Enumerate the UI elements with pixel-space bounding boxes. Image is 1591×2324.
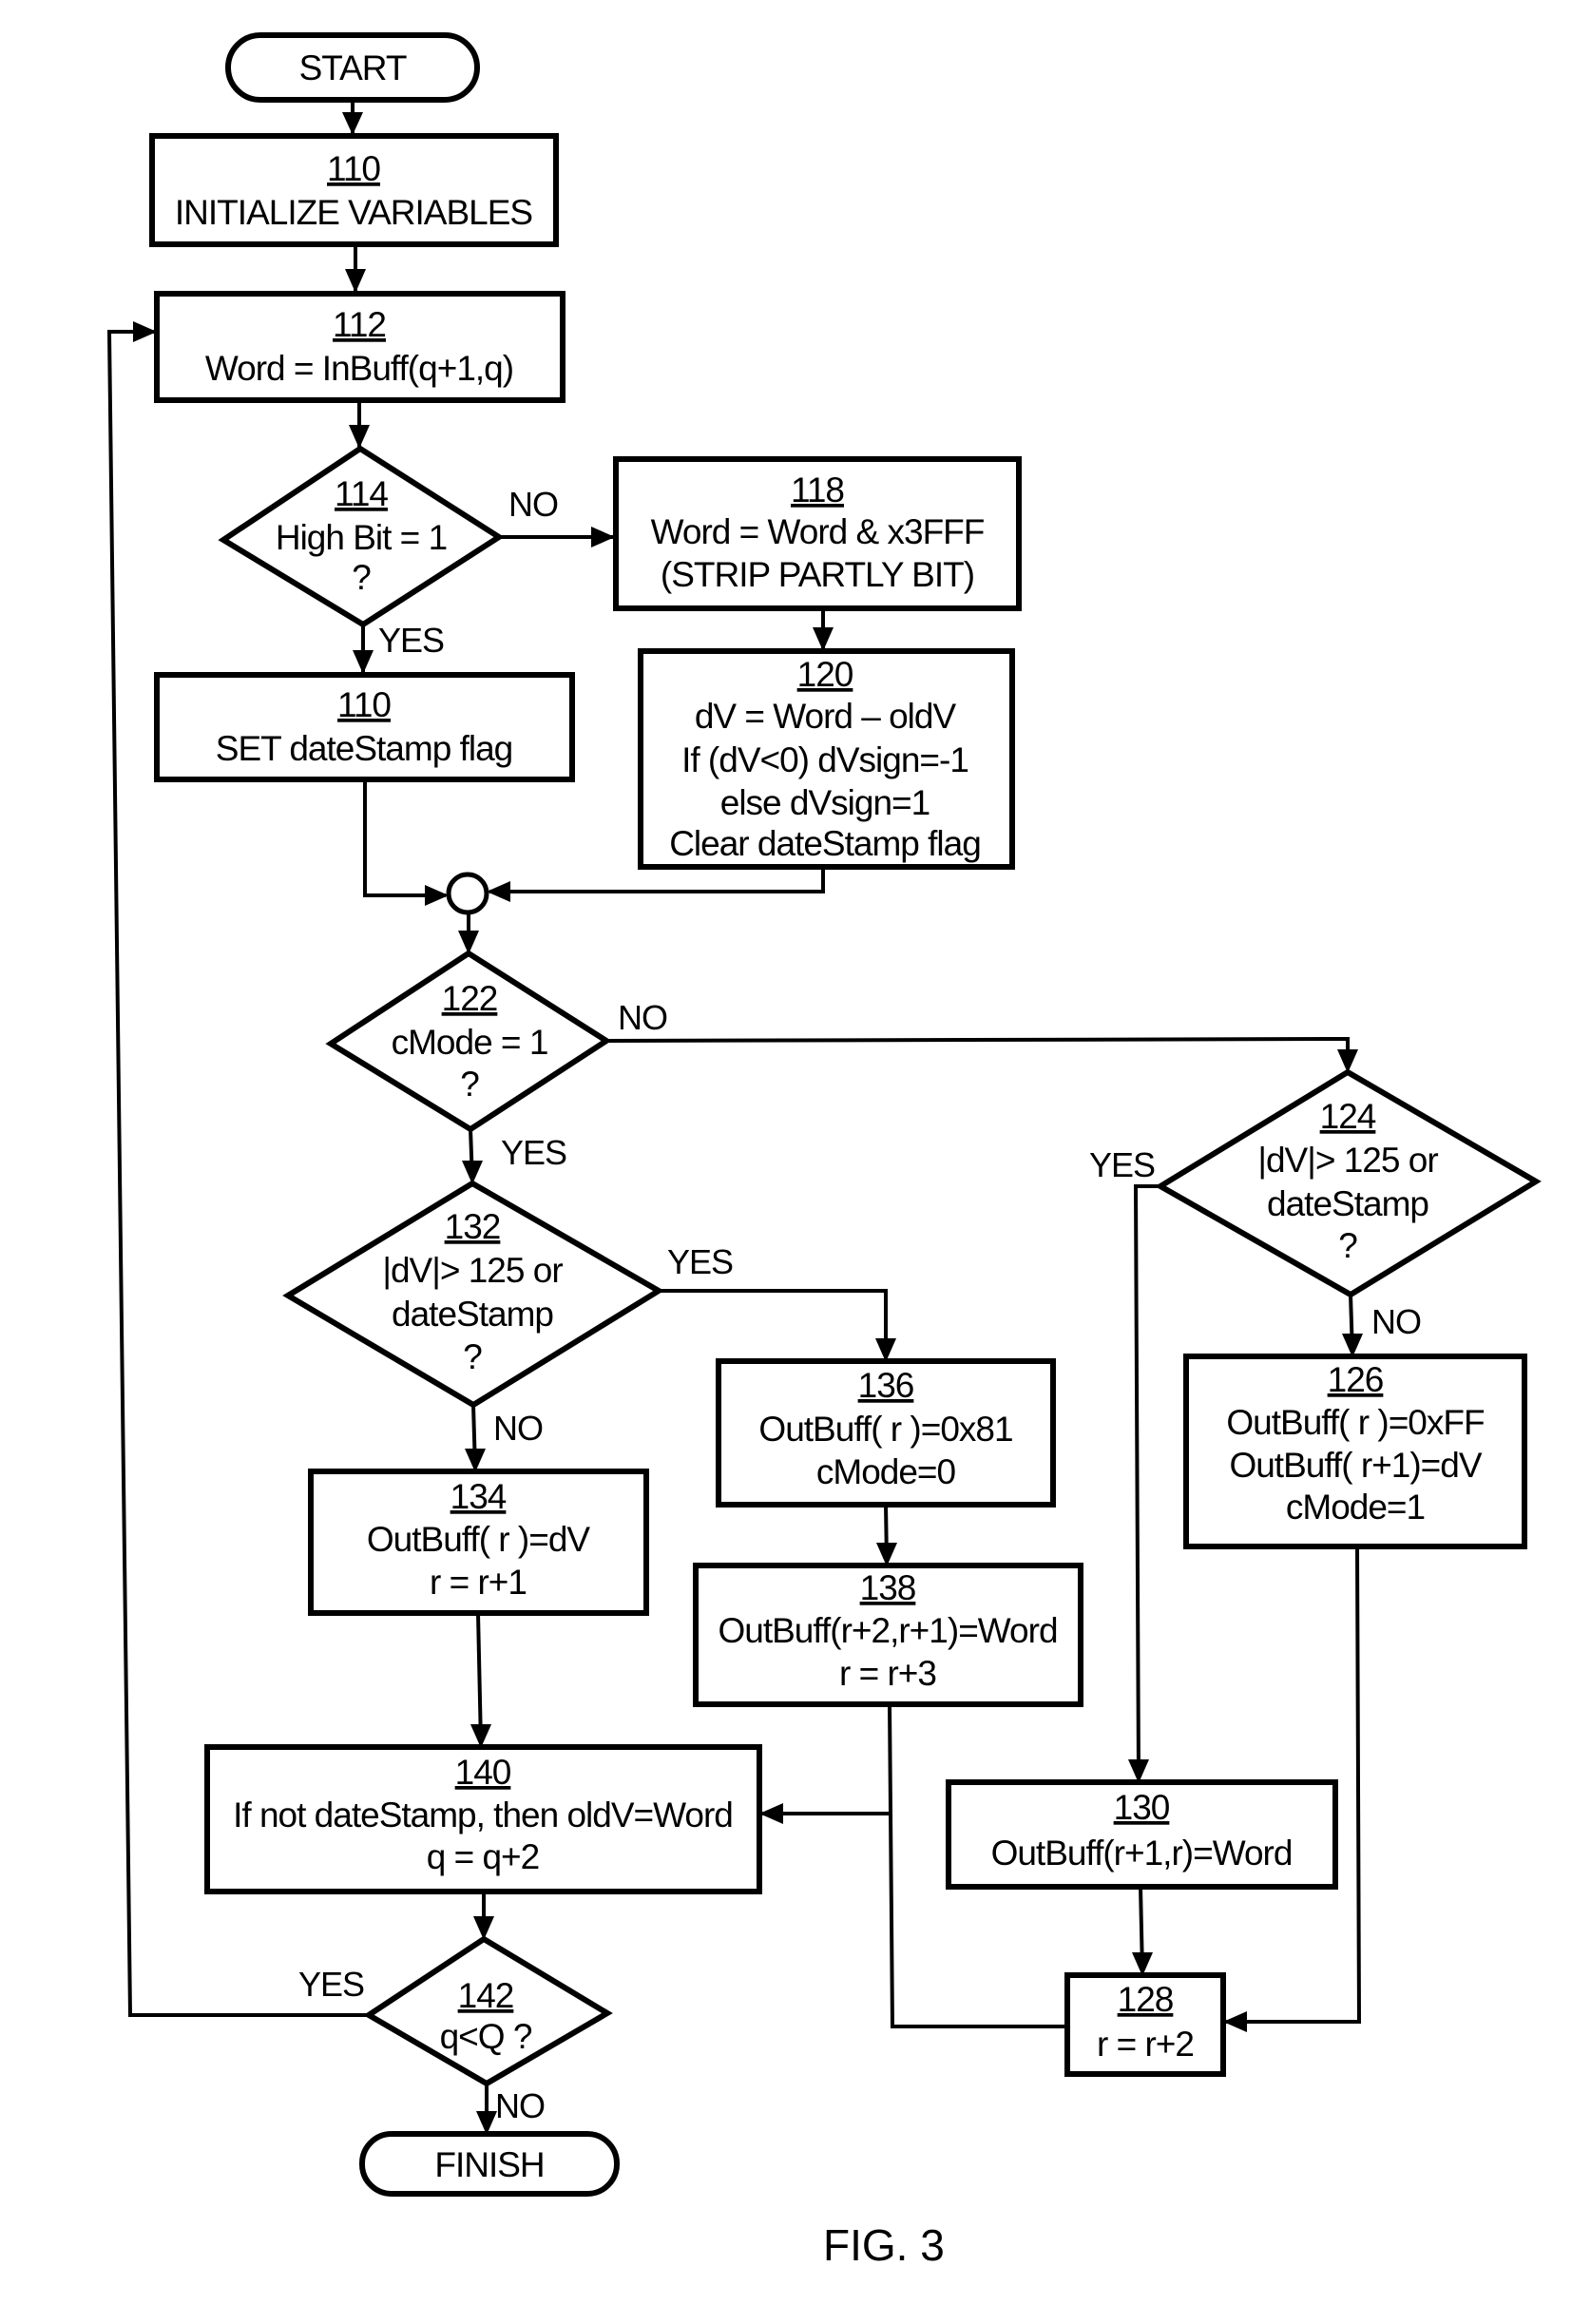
step-text-138-1: OutBuff(r+2,r+1)=Word <box>718 1611 1057 1650</box>
step-number-122: 122 <box>442 979 498 1018</box>
branch-label-132-yes: YES <box>667 1242 733 1281</box>
arrowhead-icon <box>487 881 510 902</box>
step-text-112: Word = InBuff(q+1,q) <box>205 349 513 388</box>
step-text-128: r = r+2 <box>1097 2025 1194 2064</box>
step-number-134: 134 <box>450 1477 507 1516</box>
arrowhead-icon <box>345 269 366 293</box>
step-text-134-1: OutBuff( r )=dV <box>367 1520 590 1559</box>
branch-label-142-no: NO <box>495 2086 545 2125</box>
step-number-142: 142 <box>458 1976 514 2015</box>
step-text-134-2: r = r+1 <box>430 1563 527 1602</box>
labels: START 110 INITIALIZE VARIABLES 112 Word … <box>175 48 1486 2270</box>
step-number-138: 138 <box>860 1568 916 1607</box>
step-text-120-1: dV = Word – oldV <box>695 697 957 736</box>
figure-caption: FIG. 3 <box>823 2220 945 2270</box>
step-number-132: 132 <box>445 1207 501 1246</box>
step-text-142: q<Q ? <box>440 2017 532 2056</box>
step-text-126-3: cMode=1 <box>1286 1488 1425 1527</box>
arrowhead-icon <box>591 527 615 547</box>
step-number-114: 114 <box>335 474 388 513</box>
step-text-120-4: Clear dateStamp flag <box>669 824 981 863</box>
step-number-118: 118 <box>791 471 844 509</box>
step-text-118-2: (STRIP PARTLY BIT) <box>661 555 974 594</box>
step-text-132-1: |dV|> 125 or <box>382 1251 563 1290</box>
arrowhead-icon <box>759 1803 783 1824</box>
edge-124-130 <box>1133 1184 1160 1780</box>
step-text-130: OutBuff(r+1,r)=Word <box>991 1834 1293 1873</box>
step-text-136-1: OutBuff( r )=0x81 <box>758 1410 1012 1449</box>
branch-label-124-no: NO <box>1371 1302 1421 1341</box>
step-text-120-3: else dVsign=1 <box>720 783 930 822</box>
step-text-120-2: If (dV<0) dVsign=-1 <box>681 740 968 779</box>
step-text-124-1: |dV|> 125 or <box>1257 1141 1438 1180</box>
arrowhead-icon <box>1223 2011 1247 2032</box>
branch-label-122-yes: YES <box>501 1133 566 1172</box>
step-text-140-1: If not dateStamp, then oldV=Word <box>233 1796 733 1834</box>
step-text-124-3: ? <box>1338 1226 1357 1265</box>
edge-132-136 <box>659 1289 888 1358</box>
step-text-124-2: dateStamp <box>1267 1184 1428 1223</box>
step-number-136: 136 <box>858 1366 914 1405</box>
branch-label-114-no: NO <box>508 485 558 524</box>
step-text-114-1: High Bit = 1 <box>276 518 447 557</box>
step-text-110a: INITIALIZE VARIABLES <box>175 193 532 232</box>
step-text-136-2: cMode=0 <box>816 1452 956 1491</box>
step-number-110b: 110 <box>337 685 391 724</box>
step-text-140-2: q = q+2 <box>427 1837 540 1876</box>
step-text-126-1: OutBuff( r )=0xFF <box>1226 1403 1485 1442</box>
finish-label: FINISH <box>434 2145 544 2184</box>
edge-110b-merge <box>363 779 446 897</box>
edge-122-124 <box>605 1036 1350 1069</box>
step-number-130: 130 <box>1114 1788 1170 1827</box>
step-number-124: 124 <box>1320 1097 1376 1136</box>
branch-label-124-yes: YES <box>1089 1145 1155 1184</box>
arrowhead-icon <box>342 112 363 135</box>
arrowhead-icon <box>133 321 157 342</box>
step-number-110a: 110 <box>327 149 380 188</box>
step-number-128: 128 <box>1118 1980 1174 2019</box>
step-text-132-3: ? <box>463 1337 482 1376</box>
merge-connector <box>446 872 489 915</box>
step-text-138-2: r = r+3 <box>839 1654 936 1693</box>
branch-label-114-yes: YES <box>378 621 444 660</box>
step-text-122-2: ? <box>460 1065 479 1104</box>
arrowhead-icon <box>813 627 834 651</box>
arrowhead-icon <box>349 425 370 449</box>
step-number-140: 140 <box>455 1753 511 1792</box>
step-number-126: 126 <box>1328 1360 1384 1399</box>
step-text-126-2: OutBuff( r+1)=dV <box>1229 1446 1482 1485</box>
step-text-114-2: ? <box>352 558 371 597</box>
step-number-112: 112 <box>333 305 386 344</box>
edge-120-merge <box>489 867 825 893</box>
step-number-120: 120 <box>797 655 853 694</box>
step-text-132-2: dateStamp <box>392 1295 553 1334</box>
branch-label-142-yes: YES <box>298 1965 364 2004</box>
step-text-110b: SET dateStamp flag <box>216 729 512 768</box>
step-text-118-1: Word = Word & x3FFF <box>651 512 985 551</box>
arrowhead-icon <box>353 650 374 674</box>
start-label: START <box>299 48 407 87</box>
branch-label-132-no: NO <box>493 1409 543 1448</box>
arrowhead-icon <box>425 885 449 906</box>
step-text-122-1: cMode = 1 <box>392 1023 548 1062</box>
flowchart: START 110 INITIALIZE VARIABLES 112 Word … <box>106 32 1542 2270</box>
branch-label-122-no: NO <box>618 998 667 1037</box>
